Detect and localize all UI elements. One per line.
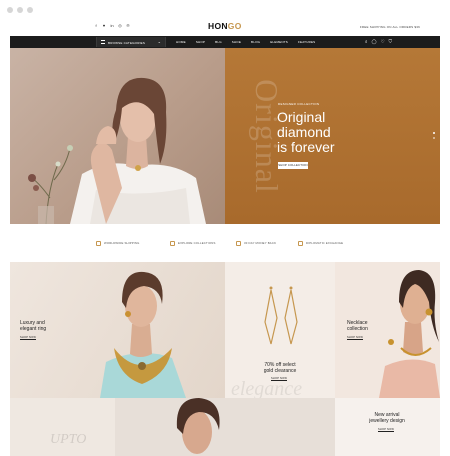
tile-title: New arrival jewellery design: [357, 412, 417, 424]
instagram-icon[interactable]: ◎: [118, 23, 122, 28]
shop-now-link[interactable]: SHOP NOW: [378, 428, 394, 432]
window-chrome: [0, 0, 450, 20]
nav-item-features[interactable]: FEATURES: [298, 40, 315, 44]
logo-main: HON: [208, 21, 228, 31]
logo-accent: GO: [227, 21, 242, 31]
promo-tile-ring[interactable]: Luxury and elegant ring SHOP NOW: [10, 262, 225, 398]
slider-dot[interactable]: [433, 132, 435, 134]
cart-icon[interactable]: ⛉: [389, 39, 392, 44]
nav-item-blg[interactable]: BLG: [215, 40, 222, 44]
shop-collection-button[interactable]: SHOP COLLECTION: [278, 162, 308, 169]
main-nav: BROWSE CATEGORIES ⌄ HOME SHOP BLG SHOE B…: [10, 36, 440, 48]
browse-categories-label: BROWSE CATEGORIES: [108, 40, 146, 45]
slider-dot[interactable]: [433, 137, 435, 139]
feature-item: EXPLORE COLLECTIONS: [170, 238, 216, 248]
site-logo[interactable]: HONGO: [208, 21, 242, 31]
exchange-icon: [298, 240, 303, 246]
linkedin-icon[interactable]: in: [110, 23, 114, 28]
social-links: f ♥ in ◎ ℗: [94, 23, 130, 28]
search-icon[interactable]: ⌕: [365, 39, 368, 44]
hero-content-panel: Original DESIGNER COLLECTION Original di…: [225, 48, 440, 224]
hero-eyebrow: DESIGNER COLLECTION: [278, 102, 320, 106]
money-back-icon: [236, 240, 241, 246]
feature-label: WORLDWIDE SHIPPING: [104, 241, 140, 245]
model-illustration: [28, 77, 206, 224]
hero-headline-line: Original: [277, 109, 326, 125]
chevron-down-icon: ⌄: [157, 39, 161, 44]
hero-model-image: [10, 48, 225, 224]
nav-item-shop[interactable]: SHOP: [196, 40, 205, 44]
twitter-icon[interactable]: ♥: [102, 23, 106, 28]
browse-categories-dropdown[interactable]: BROWSE CATEGORIES ⌄: [96, 37, 166, 47]
nav-menu: HOME SHOP BLG SHOE BLOG ELEMENTS FEATURE…: [176, 40, 315, 44]
tile-title-line: collection: [347, 326, 368, 332]
shop-now-link[interactable]: SHOP NOW: [347, 336, 363, 340]
truck-icon: [96, 240, 101, 246]
tile-title-line: gold clearance: [263, 368, 297, 374]
slider-pagination: [433, 132, 435, 142]
tile-title: Luxury and elegant ring: [20, 320, 46, 332]
window-dot: [7, 7, 13, 13]
nav-item-home[interactable]: HOME: [176, 40, 186, 44]
facebook-icon[interactable]: f: [94, 23, 98, 28]
promo-tile-upto[interactable]: UPTO: [10, 398, 115, 456]
script-decoration: elegance: [231, 378, 303, 398]
user-icon[interactable]: ◯: [372, 39, 377, 44]
nav-item-shoe[interactable]: SHOE: [232, 40, 241, 44]
features-strip: WORLDWIDE SHIPPING EXPLORE COLLECTIONS 3…: [10, 238, 440, 248]
promo-tile-gold[interactable]: 70% off select gold clearance SHOP NOW e…: [225, 262, 335, 398]
feature-label: 30 DAY MONEY BACK: [244, 241, 277, 245]
feature-item: DIPLOMATIC EXCHANGE: [298, 238, 343, 248]
hero-headline-line: diamond: [277, 124, 331, 140]
model-portrait-illustration: [176, 398, 220, 454]
feature-label: DIPLOMATIC EXCHANGE: [306, 241, 344, 245]
wishlist-icon[interactable]: ♡: [381, 39, 385, 44]
feature-item: WORLDWIDE SHIPPING: [96, 238, 139, 248]
nav-item-blog[interactable]: BLOG: [251, 40, 260, 44]
shipping-notice: FREE SHIPPING ON ALL ORDERS $36: [359, 25, 420, 29]
gift-icon: [170, 240, 175, 246]
tile-title-line: jewellery design: [369, 418, 405, 424]
tile-title: 70% off select gold clearance: [259, 362, 301, 374]
promo-tile-necklace[interactable]: Necklace collection SHOP NOW: [335, 262, 440, 398]
promo-tile-arrival[interactable]: New arrival jewellery design SHOP NOW: [335, 398, 440, 456]
promo-grid: Luxury and elegant ring SHOP NOW 70% off…: [10, 262, 440, 456]
hero-headline: Original diamond is forever: [277, 110, 335, 155]
promo-tile-model[interactable]: [115, 398, 335, 456]
window-dot: [17, 7, 23, 13]
script-decoration: UPTO: [50, 432, 87, 447]
nav-item-elements[interactable]: ELEMENTS: [270, 40, 288, 44]
feature-item: 30 DAY MONEY BACK: [236, 238, 276, 248]
nav-icons: ⌕ ◯ ♡ ⛉: [365, 39, 392, 44]
tile-title-line: elegant ring: [20, 326, 47, 332]
shop-now-link[interactable]: SHOP NOW: [20, 336, 36, 340]
pinterest-icon[interactable]: ℗: [126, 23, 130, 28]
window-dot: [27, 7, 33, 13]
top-bar: f ♥ in ◎ ℗ HONGO FREE SHIPPING ON ALL OR…: [10, 18, 440, 36]
hero-slider: Original DESIGNER COLLECTION Original di…: [10, 48, 440, 224]
tile-title: Necklace collection: [347, 320, 368, 332]
hero-headline-line: is forever: [277, 139, 335, 155]
feature-label: EXPLORE COLLECTIONS: [178, 241, 216, 245]
menu-icon: [101, 40, 105, 44]
